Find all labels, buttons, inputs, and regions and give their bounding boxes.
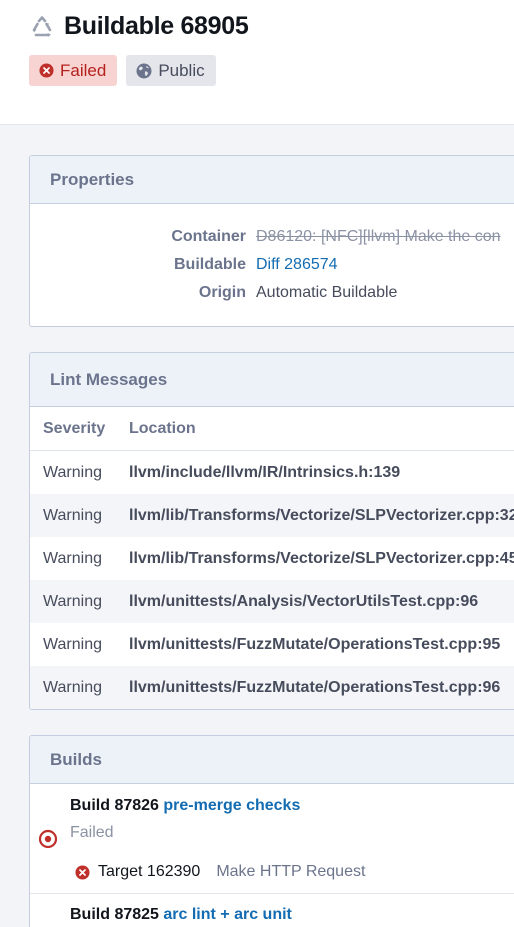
target-name: Target 162390 bbox=[98, 863, 201, 880]
lint-location: llvm/include/llvm/IR/Intrinsics.h:139 bbox=[129, 463, 401, 481]
lint-location: llvm/unittests/FuzzMutate/OperationsTest… bbox=[129, 635, 501, 653]
table-row[interactable]: Warning llvm/unittests/FuzzMutate/Operat… bbox=[30, 666, 514, 709]
public-tag-label: Public bbox=[158, 60, 205, 80]
title-row: Buildable 68905 bbox=[30, 12, 249, 41]
target-status-icon bbox=[38, 829, 58, 849]
build-title: Build 87825 arc lint + arc unit bbox=[70, 906, 292, 924]
recycle-icon bbox=[32, 15, 52, 37]
build-item: Build 87825 arc lint + arc unit bbox=[30, 894, 514, 927]
property-key: Buildable bbox=[173, 256, 246, 273]
properties-list: Container D86120: [NFC][llvm] Make the c… bbox=[30, 204, 514, 307]
error-circle-icon bbox=[75, 864, 90, 880]
table-row[interactable]: Warning llvm/unittests/Analysis/VectorUt… bbox=[30, 580, 514, 623]
property-row-container: Container D86120: [NFC][llvm] Make the c… bbox=[30, 223, 514, 251]
container-link[interactable]: D86120: [NFC][llvm] Make the con bbox=[256, 228, 501, 246]
failed-tag[interactable]: Failed bbox=[29, 55, 118, 86]
location-column-header: Location bbox=[129, 419, 196, 437]
build-name: Build 87826 bbox=[70, 797, 159, 814]
diff-link[interactable]: Diff 286574 bbox=[256, 256, 338, 274]
lint-severity: Warning bbox=[43, 549, 102, 567]
lint-severity: Warning bbox=[43, 463, 102, 481]
lint-severity: Warning bbox=[43, 592, 102, 610]
table-row[interactable]: Warning llvm/include/llvm/IR/Intrinsics.… bbox=[30, 451, 514, 494]
failed-tag-label: Failed bbox=[60, 60, 107, 80]
property-key: Container bbox=[171, 228, 246, 245]
lint-location: llvm/unittests/Analysis/VectorUtilsTest.… bbox=[129, 592, 479, 610]
build-status: Failed bbox=[70, 824, 114, 841]
page-header: Buildable 68905 Failed Public bbox=[0, 0, 514, 125]
build-title: Build 87826 pre-merge checks bbox=[70, 797, 300, 815]
table-row[interactable]: Warning llvm/unittests/FuzzMutate/Operat… bbox=[30, 623, 514, 666]
error-circle-icon bbox=[39, 63, 54, 78]
build-item: Build 87826 pre-merge checks Failed Targ… bbox=[30, 784, 514, 894]
lint-messages-box: Lint Messages Severity Location Warning … bbox=[29, 352, 514, 710]
build-plan-link[interactable]: arc lint + arc unit bbox=[163, 906, 291, 923]
builds-box: Builds Build 87826 pre-merge checks Fail… bbox=[29, 735, 514, 927]
lint-location: llvm/lib/Transforms/Vectorize/SLPVectori… bbox=[129, 549, 514, 567]
property-value: Automatic Buildable bbox=[256, 284, 398, 301]
severity-column-header: Severity bbox=[43, 419, 106, 437]
status-tags: Failed Public bbox=[29, 55, 225, 86]
target-description: Make HTTP Request bbox=[216, 863, 366, 880]
globe-icon bbox=[136, 63, 152, 78]
property-row-origin: Origin Automatic Buildable bbox=[30, 279, 514, 307]
properties-heading: Properties bbox=[30, 156, 514, 204]
lint-severity: Warning bbox=[43, 678, 102, 696]
public-tag[interactable]: Public bbox=[126, 55, 216, 86]
lint-location: llvm/lib/Transforms/Vectorize/SLPVectori… bbox=[129, 506, 514, 524]
property-key: Origin bbox=[198, 284, 246, 301]
table-row[interactable]: Warning llvm/lib/Transforms/Vectorize/SL… bbox=[30, 537, 514, 580]
lint-location: llvm/unittests/FuzzMutate/OperationsTest… bbox=[129, 678, 501, 696]
build-name: Build 87825 bbox=[70, 906, 159, 923]
property-row-buildable: Buildable Diff 286574 bbox=[30, 251, 514, 279]
build-target[interactable]: Target 162390 Make HTTP Request bbox=[75, 863, 365, 881]
properties-box: Properties Container D86120: [NFC][llvm]… bbox=[29, 155, 514, 327]
build-plan-link[interactable]: pre-merge checks bbox=[163, 797, 300, 814]
lint-severity: Warning bbox=[43, 635, 102, 653]
builds-heading: Builds bbox=[30, 736, 514, 784]
lint-table-header: Severity Location bbox=[30, 407, 514, 451]
lint-messages-heading: Lint Messages bbox=[30, 353, 514, 407]
table-row[interactable]: Warning llvm/lib/Transforms/Vectorize/SL… bbox=[30, 494, 514, 537]
lint-severity: Warning bbox=[43, 506, 102, 524]
page-title: Buildable 68905 bbox=[64, 12, 249, 40]
